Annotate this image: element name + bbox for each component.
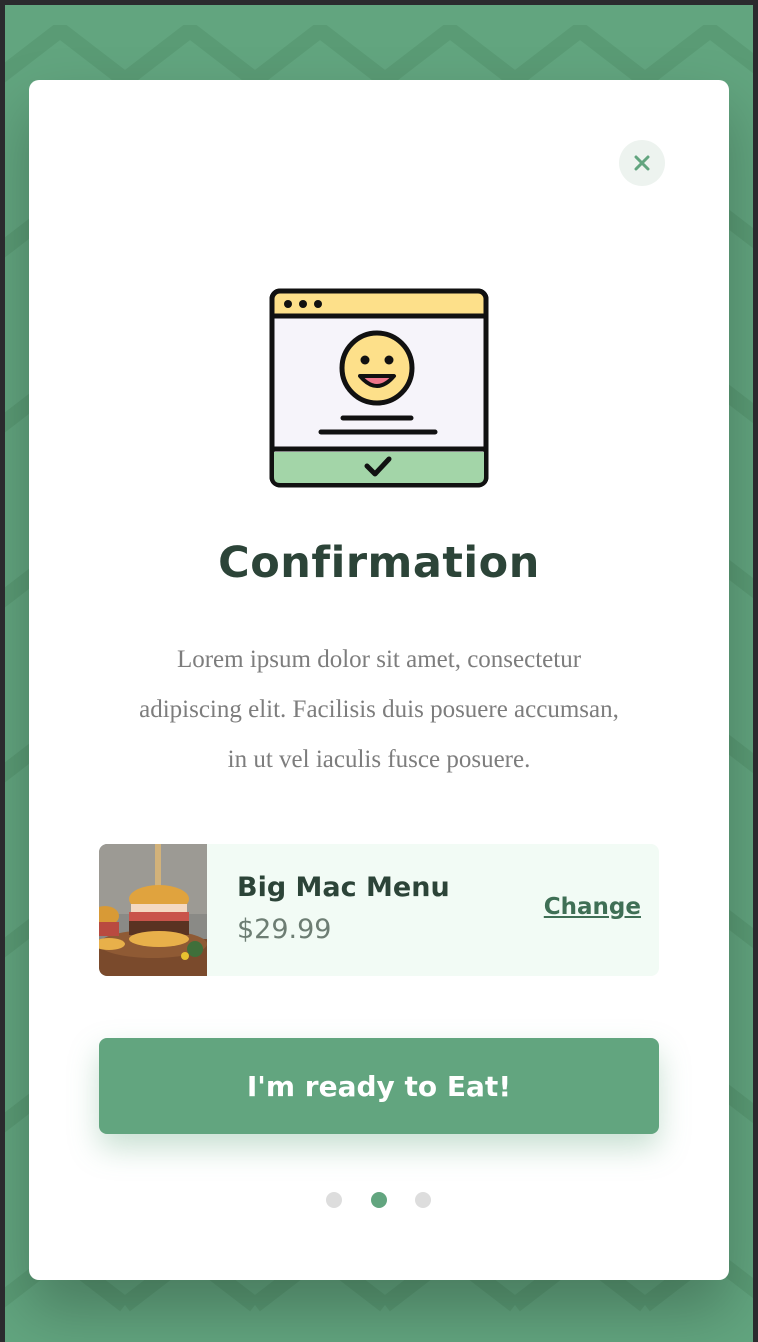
burger-photo [99,844,207,976]
modal-description: Lorem ipsum dolor sit amet, consectetur … [139,646,619,773]
confirmation-modal: Confirmation Lorem ipsum dolor sit amet,… [29,80,729,1280]
pagination-dot-2[interactable] [371,1192,387,1208]
pagination-dot-1[interactable] [326,1192,342,1208]
browser-window-smiley-check-icon [269,288,489,488]
modal-title: Confirmation [218,538,540,588]
order-item-card: Big Mac Menu $29.99 Change [99,844,659,976]
close-button[interactable] [619,140,665,186]
change-item-link[interactable]: Change [544,894,641,920]
app-screen: Confirmation Lorem ipsum dolor sit amet,… [5,5,753,1342]
ready-to-eat-button[interactable]: I'm ready to Eat! [99,1038,659,1134]
pagination-dot-3[interactable] [415,1192,431,1208]
close-icon [634,155,650,171]
pagination-dots [29,1192,729,1208]
item-name: Big Mac Menu [237,872,450,903]
item-price: $29.99 [237,914,332,945]
